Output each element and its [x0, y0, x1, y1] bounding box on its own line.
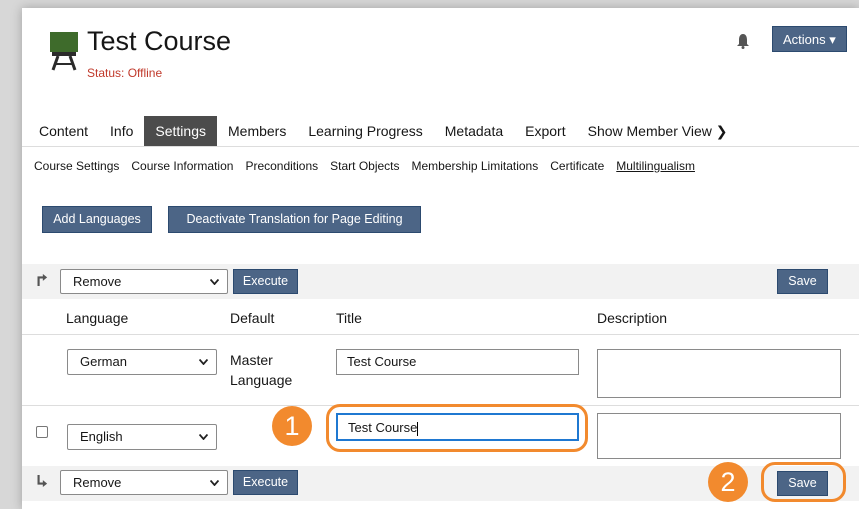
callout-two-ring — [761, 462, 846, 502]
bulk-action-value: Remove — [73, 274, 122, 289]
subtab-course-settings[interactable]: Course Settings — [28, 159, 125, 173]
default-line1: Master — [230, 352, 273, 368]
tab-export[interactable]: Export — [514, 116, 576, 146]
course-panel: Test Course Status: Offline Actions ▾ Co… — [22, 8, 859, 509]
subtab-start-objects[interactable]: Start Objects — [324, 159, 405, 173]
execute-button-top[interactable]: Execute — [233, 269, 298, 294]
course-board-icon — [50, 32, 78, 71]
chevron-down-icon — [199, 359, 208, 365]
callout-two-badge: 2 — [708, 462, 748, 502]
row-checkbox-row2[interactable] — [36, 426, 48, 438]
main-tabs: Content Info Settings Members Learning P… — [28, 116, 738, 146]
description-textarea-row2[interactable] — [597, 413, 841, 459]
default-label-row1: Master Language — [230, 350, 292, 390]
default-line2: Language — [230, 372, 293, 388]
tab-info[interactable]: Info — [99, 116, 144, 146]
description-textarea-row1[interactable] — [597, 349, 841, 398]
arrow-down-right-icon — [37, 274, 48, 286]
execute-button-bottom[interactable]: Execute — [233, 470, 298, 495]
tab-content[interactable]: Content — [28, 116, 99, 146]
language-select-row2[interactable]: English — [67, 424, 217, 450]
course-status: Status: Offline — [87, 66, 163, 80]
chevron-down-icon — [199, 434, 208, 440]
callout-one-ring — [326, 404, 588, 452]
tab-settings[interactable]: Settings — [144, 116, 217, 146]
subtab-preconditions[interactable]: Preconditions — [239, 159, 324, 173]
tab-members[interactable]: Members — [217, 116, 297, 146]
header-divider — [22, 334, 859, 335]
bulk-action-select-top[interactable]: Remove — [60, 269, 228, 294]
subtab-membership-limitations[interactable]: Membership Limitations — [406, 159, 545, 173]
tab-learning-progress[interactable]: Learning Progress — [297, 116, 433, 146]
add-languages-button[interactable]: Add Languages — [42, 206, 152, 233]
language-select-row1[interactable]: German — [67, 349, 217, 375]
save-button-top[interactable]: Save — [777, 269, 828, 294]
arrow-up-right-icon — [37, 475, 48, 487]
chevron-down-icon — [210, 278, 219, 285]
tab-metadata[interactable]: Metadata — [434, 116, 514, 146]
subtab-certificate[interactable]: Certificate — [544, 159, 610, 173]
bulk-action-select-bottom[interactable]: Remove — [60, 470, 228, 495]
title-input-row1[interactable]: Test Course — [336, 349, 579, 375]
actions-dropdown-button[interactable]: Actions ▾ — [772, 26, 847, 52]
subtab-multilingualism[interactable]: Multilingualism — [610, 159, 701, 173]
header-description: Description — [597, 310, 668, 326]
bell-icon[interactable] — [736, 33, 750, 49]
callout-one-badge: 1 — [272, 406, 312, 446]
course-title: Test Course — [87, 26, 232, 56]
bulk-action-value: Remove — [73, 475, 122, 490]
language-value-row1: German — [80, 354, 127, 369]
chevron-down-icon — [210, 479, 219, 486]
header-language: Language — [66, 310, 129, 326]
language-value-row2: English — [80, 429, 123, 444]
header-title: Title — [336, 310, 362, 326]
subtab-course-information[interactable]: Course Information — [125, 159, 239, 173]
sub-tabs: Course Settings Course Information Preco… — [28, 159, 701, 173]
header-default: Default — [230, 310, 275, 326]
tab-show-member-view[interactable]: Show Member View ❯ — [577, 116, 739, 146]
deactivate-translation-button[interactable]: Deactivate Translation for Page Editing — [168, 206, 421, 233]
tab-divider — [22, 146, 859, 147]
